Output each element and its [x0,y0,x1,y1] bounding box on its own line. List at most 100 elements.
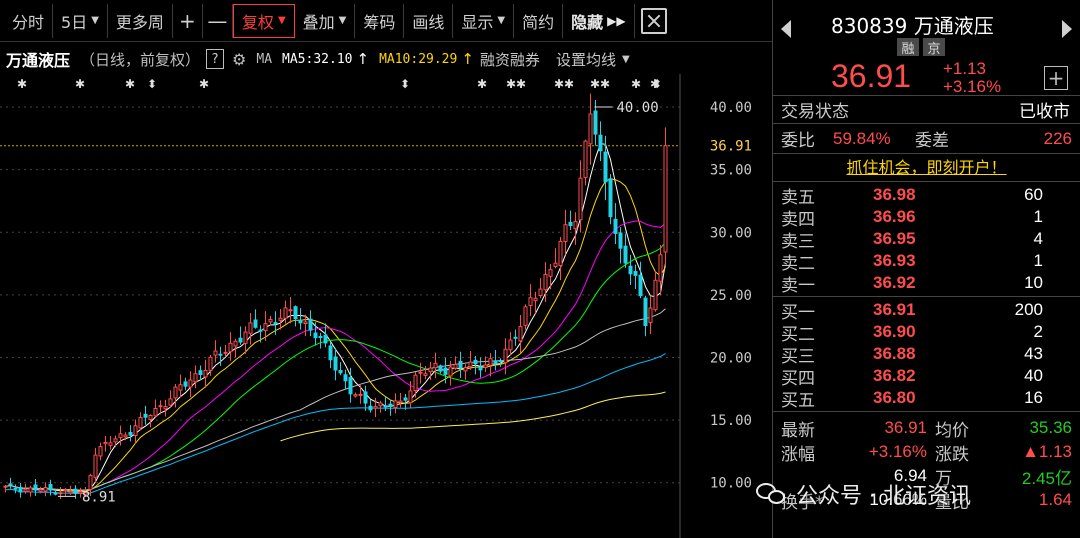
fullscreen-icon[interactable] [640,7,667,34]
ask-row[interactable]: 卖三 36.95 4 [781,228,1080,252]
candle-body [368,405,373,411]
display-button[interactable]: 显示 ▼ [453,3,515,38]
ask-price: 36.95 [873,229,916,248]
candle-body [358,393,363,396]
candle-body [628,265,633,275]
candle-body [148,414,153,420]
ask-row[interactable]: 卖一 36.92 10 [781,272,1080,296]
open-account-link[interactable]: 抓住机会，即刻开户！ [773,154,1080,182]
trade-state-row: 交易状态 已收市 [773,96,1080,124]
candle-body [168,398,173,406]
gear-icon[interactable]: ⚙ [232,50,246,69]
overlay-label: 叠加 [302,12,335,32]
bid-label: 买五 [781,390,815,411]
candle-body [263,323,268,332]
candle-body [113,438,118,443]
y-tick-label: 35.00 [710,163,752,179]
overlay-button[interactable]: 叠加 ▼ [295,3,356,38]
y-tick-label: 40.00 [710,100,752,116]
candle-body [228,342,233,353]
simple-button[interactable]: 简约 [514,3,564,38]
candle-body [108,442,113,446]
bid-volume: 2 [1033,322,1043,341]
candle-body [93,454,98,478]
zoom-in-button[interactable]: + [173,3,203,38]
bid-price: 36.82 [873,366,916,385]
bid-row[interactable]: 买五 36.80 16 [781,387,1080,411]
ask-row[interactable]: 卖二 36.93 1 [781,250,1080,274]
bid-row[interactable]: 买二 36.90 2 [781,321,1080,345]
caret-down-icon: ▼ [338,15,347,26]
ask-volume: 4 [1033,229,1043,248]
adjust-button[interactable]: 复权 ▼ [232,3,295,38]
candle-body [58,492,63,495]
candle-body [128,431,133,436]
double-chevron-right-icon: ▶▶ [607,13,626,28]
event-marker-icon: ✱ [125,77,135,91]
ask-row[interactable]: 卖四 36.96 1 [781,206,1080,230]
y-tick-label: 25.00 [710,288,752,304]
candle-body [138,416,143,429]
tab-more-periods-label: 更多周 [115,12,164,32]
candle-body [153,407,158,417]
event-marker-icon: ✱✱ [590,77,610,91]
candle-body [363,391,368,404]
ask-row[interactable]: 卖五 36.98 60 [781,184,1080,208]
next-stock-icon[interactable] [1062,20,1072,38]
candle-body [48,484,53,491]
candle-body [513,336,518,339]
bid-row[interactable]: 买一 36.91 200 [781,299,1080,323]
candle-body [508,339,513,351]
candle-body [548,269,553,277]
candle-body [158,405,163,408]
bid-volume: 40 [1024,366,1043,385]
candle-body [23,488,28,492]
minus-icon: — [207,8,228,33]
caret-down-icon: ▼ [277,15,286,26]
zoom-out-button[interactable]: — [203,3,233,38]
simple-label: 简约 [522,12,555,32]
candle-body [573,221,578,230]
tab-5day[interactable]: 5日 ▼ [53,3,108,38]
candle-body [98,446,103,457]
wechat-icon [756,481,786,507]
candle-body [653,279,658,311]
ratio-value: 59.84% [833,128,891,148]
chips-button[interactable]: 筹码 [355,3,405,38]
help-button[interactable]: ? [206,49,225,69]
bid-price: 36.80 [873,388,916,407]
bid-row[interactable]: 买三 36.88 43 [781,343,1080,367]
draw-line-button[interactable]: 画线 [404,3,454,38]
tab-intraday[interactable]: 分时 [4,3,54,38]
candle-body [323,334,328,344]
candle-body [488,358,493,366]
hide-label: 隐藏 [571,12,604,32]
candle-body [268,319,273,323]
candle-body [658,254,663,282]
kline-chart[interactable]: ✱ ✱ ✱ ⬍ ✱ ⬍ ✱ ✱✱ ✱✱ ✱✱ ✱ ✱⬍ 40.0035.0030.0025.0020.… [0,74,772,538]
candle-body [348,377,353,395]
ask-volume: 10 [1024,273,1043,292]
change-percent: +3.16% [943,77,1002,96]
event-marker-icon: ⬍ [400,77,410,91]
candle-body [53,492,58,495]
margin-trading-link[interactable]: 融资融券 [480,49,540,70]
candle-body [293,306,298,320]
tab-more-periods[interactable]: 更多周 [108,3,173,38]
y-tick-label: 10.00 [710,476,752,492]
candle-body [663,145,668,253]
add-watchlist-button[interactable]: + [1044,66,1068,90]
candle-body [118,433,123,438]
candle-body [208,356,213,371]
hide-panel-button[interactable]: 隐藏 ▶▶ [563,3,635,38]
candle-body [183,381,188,387]
candle-body [278,317,283,321]
bid-row[interactable]: 买四 36.82 40 [781,365,1080,389]
candle-body [598,134,603,152]
ma-settings-button[interactable]: 设置均线 [556,49,616,70]
candle-body [463,367,468,372]
prev-stock-icon[interactable] [781,20,791,38]
order-book: 卖五 36.98 60 卖四 36.96 1 卖三 36.95 4 卖二 36.93 1 卖一 36.92… [773,182,1080,411]
stat-value: +3.16% [868,442,927,461]
candle-body [503,348,508,364]
